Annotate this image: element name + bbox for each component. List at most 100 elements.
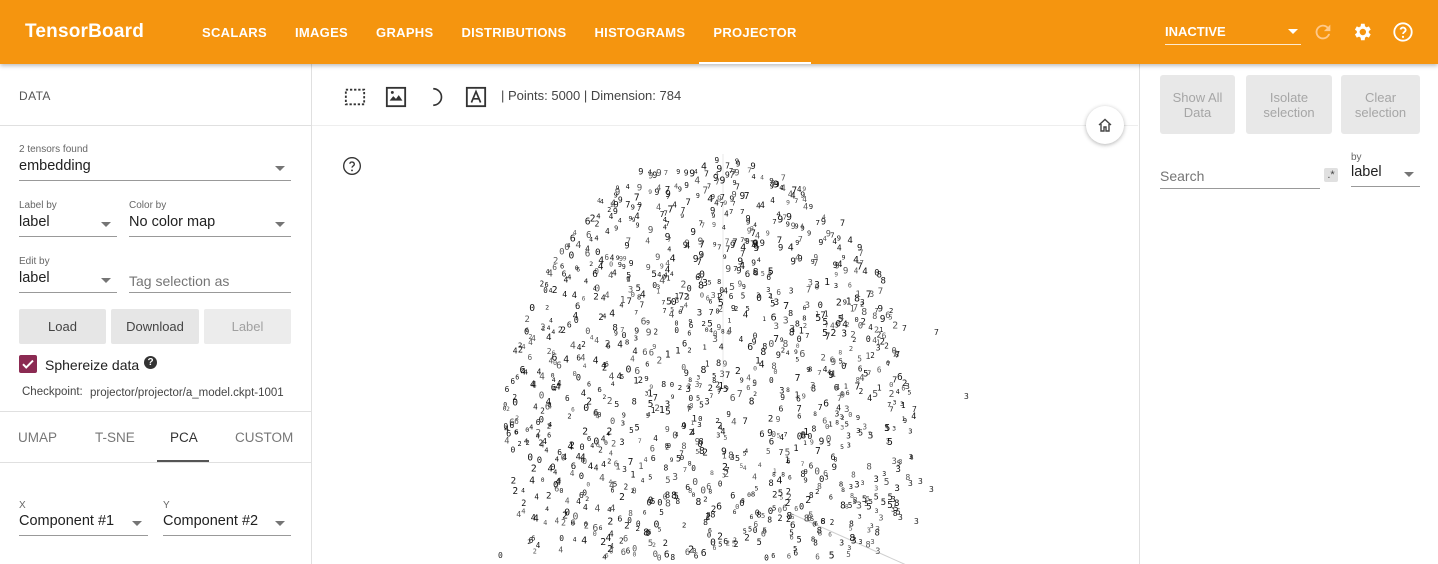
digit-point: 2 bbox=[619, 492, 625, 503]
tab-distributions[interactable]: DISTRIBUTIONS bbox=[447, 0, 580, 64]
load-button[interactable]: Load bbox=[19, 309, 106, 344]
points-dimension-info: | Points: 5000 | Dimension: 784 bbox=[501, 88, 682, 103]
digit-point: 4 bbox=[539, 372, 545, 383]
digit-point: 5 bbox=[840, 443, 844, 451]
tab-projector[interactable]: PROJECTOR bbox=[699, 0, 812, 64]
tensor-select[interactable]: embedding bbox=[19, 158, 291, 181]
digit-point: 0 bbox=[675, 320, 679, 328]
digit-point: 6 bbox=[776, 288, 781, 297]
digit-point: 3 bbox=[875, 524, 880, 534]
download-button[interactable]: Download bbox=[111, 309, 199, 344]
night-mode-icon[interactable] bbox=[425, 86, 447, 108]
data-panel-title: DATA bbox=[19, 89, 51, 103]
digit-point: 9 bbox=[646, 412, 650, 420]
inactive-plugins-dropdown[interactable]: INACTIVE bbox=[1165, 24, 1301, 45]
tab-custom[interactable]: CUSTOM bbox=[235, 430, 293, 445]
digit-point: 3 bbox=[898, 458, 902, 466]
digit-point: 4 bbox=[601, 435, 606, 444]
gear-icon[interactable] bbox=[1351, 21, 1373, 43]
help-icon[interactable]: ? bbox=[144, 356, 157, 369]
digit-point: 2 bbox=[607, 206, 611, 214]
digit-point: 6 bbox=[605, 553, 609, 560]
digit-point: 2 bbox=[889, 306, 893, 315]
search-by-select[interactable]: label bbox=[1351, 164, 1420, 187]
bounding-box-select-icon[interactable] bbox=[344, 86, 366, 108]
show-all-data-button[interactable]: Show All Data bbox=[1160, 75, 1235, 134]
tab-histograms[interactable]: HISTOGRAMS bbox=[580, 0, 699, 64]
tab-tsne[interactable]: T-SNE bbox=[95, 430, 135, 445]
digit-point: 5 bbox=[636, 284, 641, 294]
digit-point: 7 bbox=[732, 201, 736, 208]
label-button[interactable]: Label bbox=[204, 309, 291, 344]
tab-pca[interactable]: PCA bbox=[170, 430, 198, 445]
digit-point: 2 bbox=[515, 415, 519, 422]
digit-point: 6 bbox=[678, 308, 682, 316]
digit-point: 4 bbox=[581, 389, 586, 399]
inspector-panel: Show All Data Isolate selection Clear se… bbox=[1139, 64, 1438, 564]
tag-selection-input[interactable] bbox=[129, 270, 291, 293]
digit-point: 0 bbox=[586, 482, 590, 489]
color-by-select[interactable]: No color map bbox=[129, 214, 291, 237]
tensorboard-logo-text[interactable]: TensorBoard bbox=[25, 21, 144, 43]
tab-graphs[interactable]: GRAPHS bbox=[362, 0, 447, 64]
digit-point: 5 bbox=[868, 431, 874, 442]
digit-point: 5 bbox=[808, 510, 813, 520]
digit-point: 4 bbox=[667, 246, 671, 254]
digit-point: 6 bbox=[623, 534, 628, 544]
edit-by-select[interactable]: label bbox=[19, 270, 117, 293]
digit-point: 6 bbox=[713, 544, 717, 552]
digit-point: 9 bbox=[614, 225, 618, 233]
digit-point: 9 bbox=[752, 379, 757, 388]
digit-point: 3 bbox=[789, 287, 794, 296]
digit-point: 3 bbox=[909, 453, 913, 461]
digit-point: 9 bbox=[684, 181, 689, 190]
sphereize-checkbox[interactable] bbox=[19, 355, 37, 373]
digit-point: 4 bbox=[746, 373, 751, 382]
digit-point: 2 bbox=[545, 303, 549, 311]
label-by-select[interactable]: label bbox=[19, 214, 117, 237]
tab-scalars[interactable]: SCALARS bbox=[188, 0, 281, 64]
image-mode-icon[interactable] bbox=[385, 86, 407, 108]
y-component-select[interactable]: Component #2 bbox=[163, 513, 291, 536]
digit-point: 5 bbox=[635, 424, 640, 434]
digit-point: 7 bbox=[777, 236, 782, 246]
digit-point: 2 bbox=[593, 292, 599, 303]
digit-point: 3 bbox=[900, 400, 904, 408]
digit-point: 4 bbox=[685, 241, 691, 252]
tab-umap[interactable]: UMAP bbox=[18, 430, 57, 445]
digit-point: 7 bbox=[912, 405, 917, 414]
digit-point: 6 bbox=[830, 355, 835, 364]
digit-point: 0 bbox=[756, 293, 762, 304]
embedding-scatter-plot[interactable]: 69744466543048093749008 33340890863456666… bbox=[312, 124, 1138, 564]
digit-point: 2 bbox=[518, 440, 522, 448]
digit-point: 4 bbox=[564, 276, 569, 285]
digit-point: 0 bbox=[773, 368, 777, 376]
digit-point: 4 bbox=[674, 183, 678, 191]
digit-point: 8 bbox=[741, 498, 745, 505]
x-component-select[interactable]: Component #1 bbox=[19, 513, 148, 536]
reload-icon[interactable] bbox=[1312, 21, 1334, 43]
digit-point: 1 bbox=[762, 316, 766, 323]
tab-images[interactable]: IMAGES bbox=[281, 0, 362, 64]
digit-point: 2 bbox=[850, 331, 855, 341]
regex-toggle[interactable]: .* bbox=[1324, 168, 1338, 182]
digit-point: 5 bbox=[778, 489, 783, 499]
digit-point: 8 bbox=[628, 509, 633, 518]
digit-point: 6 bbox=[823, 399, 829, 410]
clear-selection-button[interactable]: Clear selection bbox=[1341, 75, 1420, 134]
isolate-selection-button[interactable]: Isolate selection bbox=[1246, 75, 1332, 134]
digit-point: 6 bbox=[846, 389, 850, 397]
search-input[interactable] bbox=[1160, 164, 1320, 189]
digit-point: 2 bbox=[600, 537, 606, 548]
digit-point: 2 bbox=[786, 514, 791, 524]
label-mode-icon[interactable] bbox=[465, 86, 487, 108]
digit-point: 4 bbox=[779, 183, 783, 192]
digit-point: 2 bbox=[718, 305, 723, 315]
digit-point: 0 bbox=[593, 530, 597, 538]
digit-point: 4 bbox=[599, 473, 605, 484]
digit-point: 2 bbox=[768, 415, 773, 425]
help-icon[interactable] bbox=[1392, 21, 1414, 43]
digit-point: 6 bbox=[716, 501, 722, 512]
digit-point: 3 bbox=[859, 538, 863, 546]
digit-point: 4 bbox=[743, 465, 747, 472]
